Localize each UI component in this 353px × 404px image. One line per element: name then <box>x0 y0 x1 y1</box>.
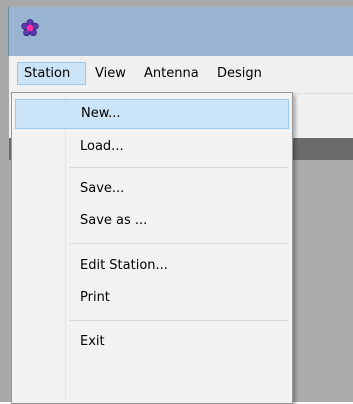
menu-item-new-label: New... <box>81 106 121 121</box>
station-dropdown-menu: New... Load... Save... Save as ... Edit … <box>11 92 293 404</box>
menu-item-edit-station[interactable]: Edit Station... <box>15 252 289 282</box>
menu-item-print[interactable]: Print <box>15 284 289 314</box>
menu-separator <box>70 243 288 244</box>
menu-bar: Station View Antenna Design <box>9 56 353 94</box>
menu-view[interactable]: View <box>89 62 132 85</box>
menu-item-save-label: Save... <box>80 181 125 196</box>
menu-item-new[interactable]: New... <box>15 99 289 129</box>
menu-item-load-label: Load... <box>80 139 124 154</box>
menu-station[interactable]: Station <box>17 62 86 85</box>
menu-item-print-label: Print <box>80 290 110 305</box>
window-frame: Station View Antenna Design New... Load.… <box>0 0 353 404</box>
menu-item-save-as[interactable]: Save as ... <box>15 207 289 237</box>
menu-separator <box>70 320 288 321</box>
menu-item-exit[interactable]: Exit <box>15 328 289 358</box>
title-bar[interactable] <box>8 7 353 56</box>
menu-item-exit-label: Exit <box>80 334 105 349</box>
menu-item-save-as-label: Save as ... <box>80 213 148 228</box>
menu-design[interactable]: Design <box>211 62 268 85</box>
menu-item-edit-station-label: Edit Station... <box>80 258 168 273</box>
menu-separator <box>70 167 288 168</box>
menu-item-load[interactable]: Load... <box>15 133 289 163</box>
menu-antenna[interactable]: Antenna <box>138 62 205 85</box>
flower-app-icon[interactable] <box>21 19 39 37</box>
menu-item-save[interactable]: Save... <box>15 175 289 205</box>
